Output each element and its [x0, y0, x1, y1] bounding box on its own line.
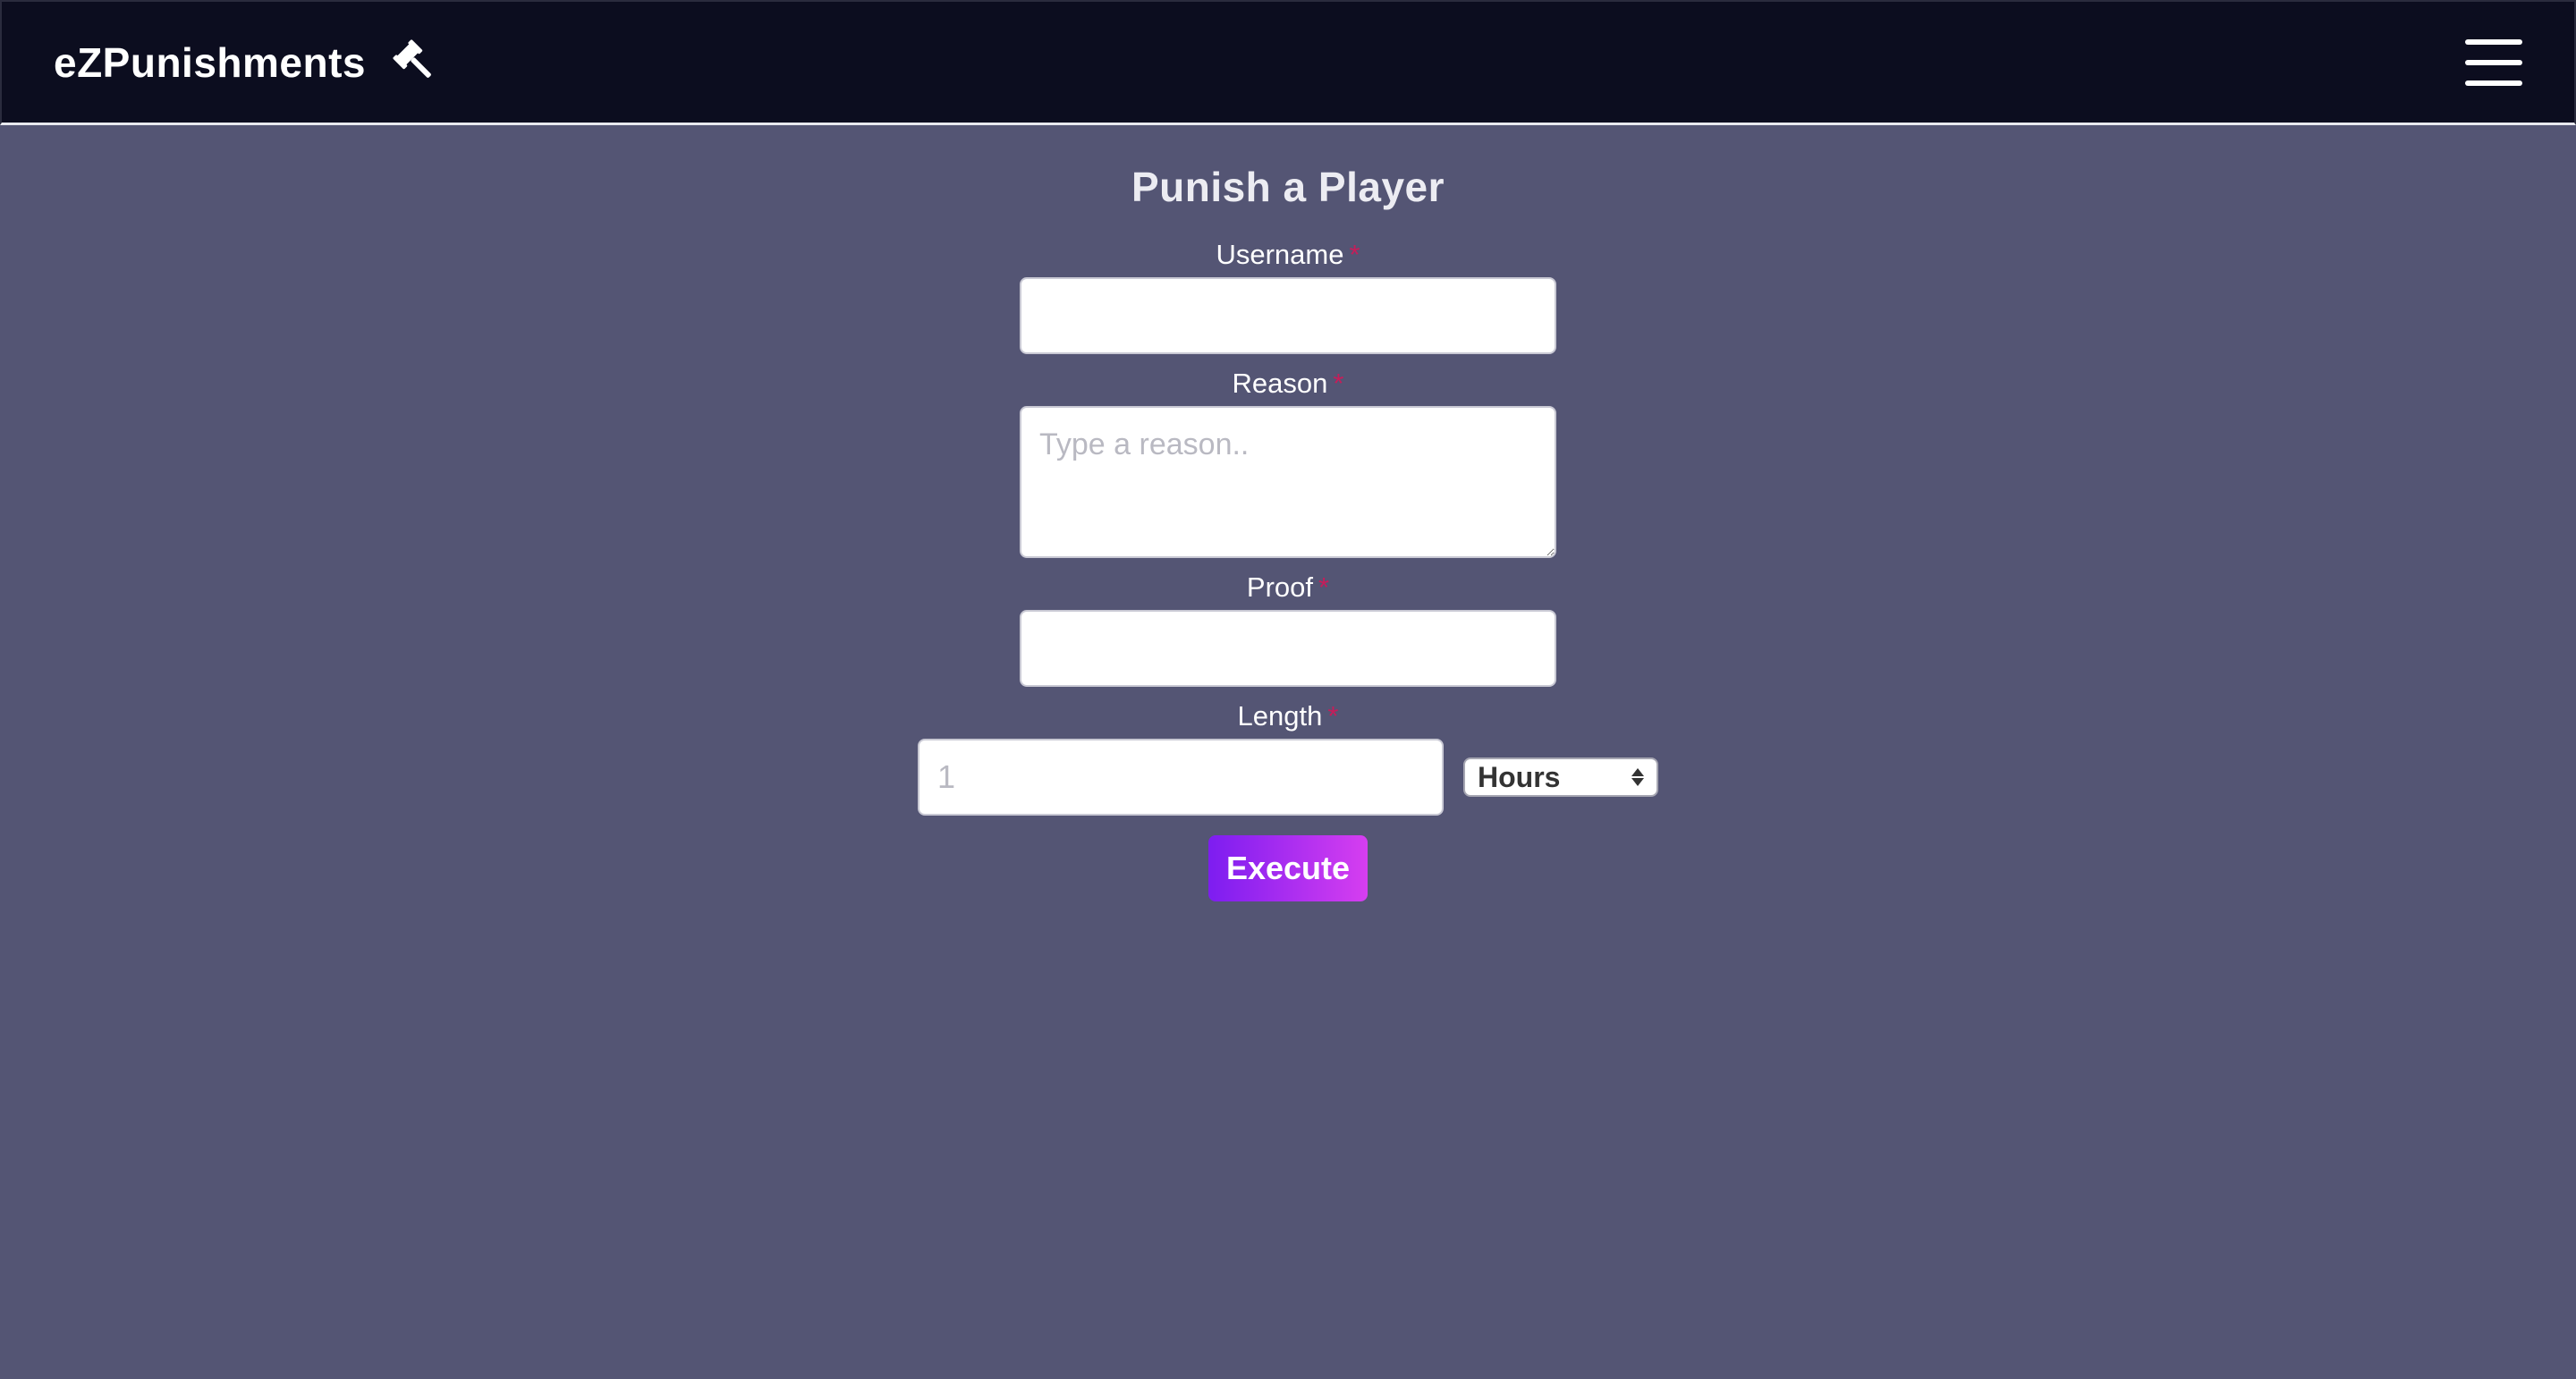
brand-title[interactable]: eZPunishments — [54, 38, 366, 87]
page-title: Punish a Player — [1131, 164, 1445, 210]
required-mark: * — [1349, 239, 1360, 270]
select-arrows-icon — [1631, 768, 1644, 786]
username-input[interactable] — [1020, 277, 1556, 354]
proof-input[interactable] — [1020, 610, 1556, 687]
punish-form-section: Punish a Player Username* Reason* Proof*… — [0, 125, 2576, 1379]
length-input[interactable] — [918, 739, 1444, 816]
length-field-group: Length* Hours — [918, 699, 1658, 816]
gavel-icon — [393, 38, 439, 86]
length-unit-selected: Hours — [1478, 760, 1561, 793]
length-unit-select[interactable]: Hours — [1463, 757, 1658, 797]
arrow-up-icon — [1631, 768, 1644, 776]
menu-bar-top — [2465, 38, 2522, 45]
navbar: eZPunishments — [0, 0, 2576, 125]
length-label-text: Length — [1237, 700, 1323, 732]
required-mark: * — [1333, 368, 1344, 399]
menu-bar-bottom — [2465, 80, 2522, 86]
username-field-group: Username * — [1020, 238, 1556, 354]
arrow-down-icon — [1631, 778, 1644, 786]
length-row: Hours — [918, 739, 1658, 816]
required-mark: * — [1327, 700, 1339, 732]
username-label: Username * — [1216, 238, 1360, 272]
reason-label-text: Reason — [1232, 368, 1328, 399]
proof-label-text: Proof — [1246, 571, 1314, 603]
execute-button[interactable]: Execute — [1208, 835, 1368, 901]
reason-field-group: Reason * — [1020, 367, 1556, 558]
proof-label: Proof * — [1247, 571, 1329, 605]
username-label-text: Username — [1216, 239, 1344, 270]
required-mark: * — [1318, 571, 1330, 603]
length-label: Length * — [1238, 699, 1339, 733]
proof-field-group: Proof * — [1020, 571, 1556, 687]
brand[interactable]: eZPunishments — [54, 38, 439, 87]
hamburger-menu-icon[interactable] — [2465, 38, 2522, 86]
menu-bar-middle — [2465, 59, 2522, 65]
reason-label: Reason * — [1233, 367, 1344, 401]
reason-textarea[interactable] — [1020, 406, 1556, 558]
